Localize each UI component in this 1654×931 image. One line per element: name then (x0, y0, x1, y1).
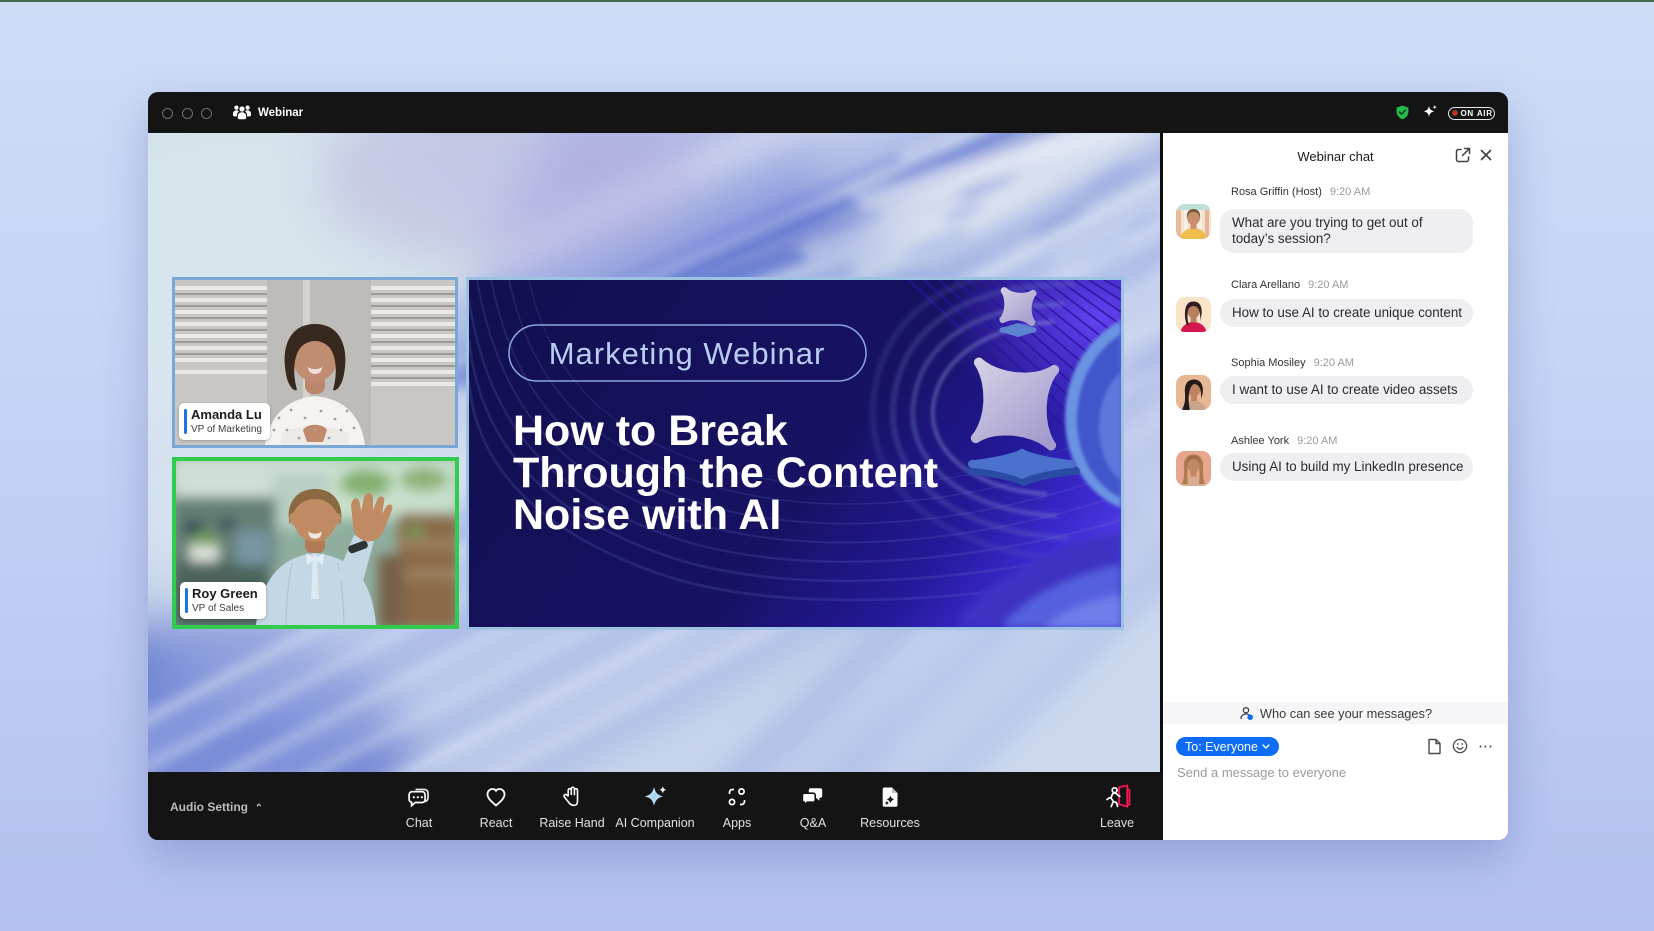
svg-text:Marketing Webinar: Marketing Webinar (549, 336, 826, 371)
svg-text:Noise with AI: Noise with AI (513, 491, 781, 539)
svg-text:Through the Content: Through the Content (513, 449, 938, 497)
svg-text:How to Break: How to Break (513, 407, 788, 455)
